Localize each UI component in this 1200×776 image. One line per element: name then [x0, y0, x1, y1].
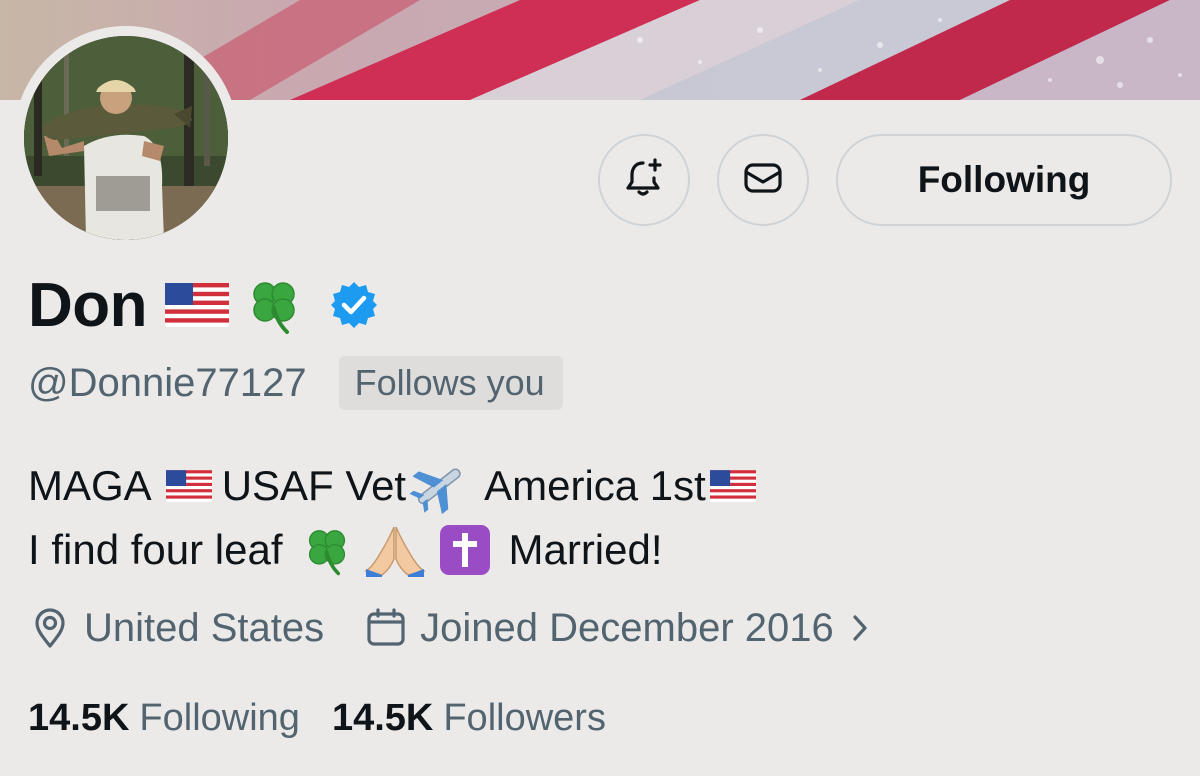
chevron-right-icon [850, 611, 870, 645]
joined-item[interactable]: Joined December 2016 [364, 606, 870, 651]
calendar-icon [364, 606, 408, 650]
bio-text-america-1st: America 1st [484, 462, 706, 509]
bio-text-married: Married! [508, 526, 663, 573]
verified-badge-icon[interactable] [329, 280, 379, 330]
location-pin-icon [28, 606, 72, 650]
followers-count: 14.5K [331, 696, 434, 739]
four-leaf-clover-emoji [300, 523, 354, 577]
profile-avatar[interactable] [14, 26, 238, 250]
follows-you-badge: Follows you [338, 356, 563, 410]
praying-hands-emoji [364, 523, 427, 577]
bio-line-2: I find four leaf Married! [28, 520, 663, 580]
bio-line-1: MAGA USAF Vet America 1st [28, 456, 756, 516]
profile-handle: @Donnie77127 [28, 360, 307, 405]
bio-text-usaf-vet: USAF Vet [221, 462, 407, 509]
airplane-emoji [408, 458, 470, 514]
followers-stat-link[interactable]: 14.5K Followers [332, 697, 606, 740]
location-item: United States [28, 606, 324, 651]
bell-plus-icon [622, 156, 666, 205]
location-text: United States [84, 605, 325, 650]
display-name: Don [28, 270, 148, 340]
following-label: Following [139, 696, 300, 739]
bio-text-four-leaf: I find four leaf [28, 526, 283, 573]
profile-stats-row: 14.5K Following 14.5K Followers [28, 690, 606, 746]
following-count: 14.5K [28, 696, 130, 739]
joined-text: Joined December 2016 [420, 605, 834, 650]
us-flag-emoji [165, 470, 212, 502]
profile-handle-row: @Donnie77127 Follows you [28, 356, 563, 410]
four-leaf-clover-emoji [243, 274, 305, 336]
message-button[interactable] [717, 134, 809, 226]
bio-text-maga: MAGA [28, 462, 152, 509]
profile-meta-row: United States Joined December 2016 [28, 600, 870, 656]
avatar-photo [24, 36, 228, 240]
following-button[interactable]: Following [836, 134, 1172, 226]
profile-name-row: Don [28, 270, 379, 340]
followers-label: Followers [443, 696, 606, 739]
latin-cross-emoji [440, 525, 491, 575]
us-flag-emoji [709, 470, 756, 502]
envelope-icon [741, 156, 785, 205]
notify-button[interactable] [598, 134, 690, 226]
us-flag-emoji [165, 283, 230, 327]
following-stat-link[interactable]: 14.5K Following [28, 697, 300, 740]
